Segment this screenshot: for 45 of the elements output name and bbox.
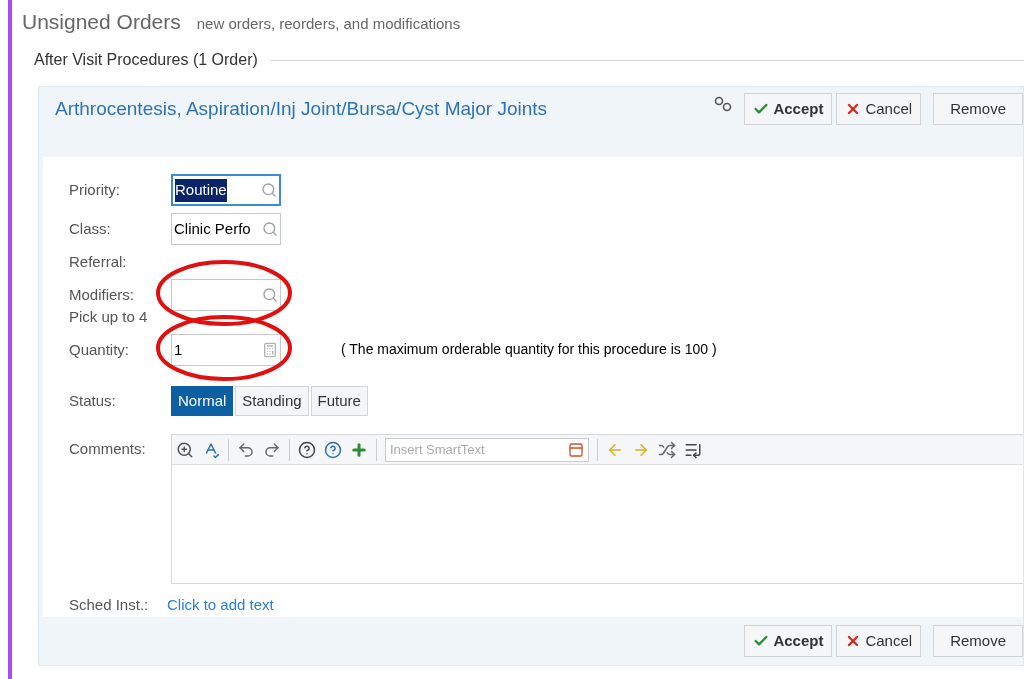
status-option[interactable]: Future xyxy=(310,385,368,416)
field-label: Modifiers: xyxy=(69,284,136,305)
field-label: Priority: xyxy=(69,180,121,200)
add-text-link[interactable]: Click to add text xyxy=(167,594,274,617)
accept-button[interactable]: Accept xyxy=(744,625,833,657)
field-value: Routine xyxy=(175,179,227,202)
undo-icon[interactable] xyxy=(237,440,255,459)
search-icon xyxy=(262,287,278,304)
field-hint: Pick up to 4 xyxy=(69,307,149,328)
search-icon xyxy=(262,220,278,237)
page-subtitle: new orders, reorders, and modifications xyxy=(196,13,461,34)
field-label: Referral: xyxy=(69,251,128,272)
help-icon[interactable] xyxy=(324,440,342,459)
cancel-button[interactable]: Cancel xyxy=(836,625,922,657)
search-field[interactable] xyxy=(171,279,281,312)
remove-button[interactable]: Remove xyxy=(933,625,1023,657)
field-label: Class: xyxy=(69,218,112,239)
quantity-note: ( The maximum orderable quantity for this procedure is 100 ) xyxy=(341,340,717,360)
section-title: After Visit Procedures (1 Order) xyxy=(34,50,258,70)
zoom-in-icon[interactable] xyxy=(176,440,194,459)
help-icon[interactable] xyxy=(298,440,316,459)
plus-icon[interactable] xyxy=(350,440,368,459)
status-option[interactable]: Normal xyxy=(171,385,234,416)
field-label: Comments: xyxy=(69,439,147,460)
window-icon xyxy=(568,441,584,458)
field-value: 1 xyxy=(174,339,183,360)
search-icon xyxy=(261,182,277,199)
accept-button[interactable]: Accept xyxy=(744,93,833,125)
field-label: Status: xyxy=(69,390,117,411)
field-value: Clinic Perfo xyxy=(174,218,251,239)
search-field[interactable]: Clinic Perfo xyxy=(171,212,281,245)
field-label: Sched Inst.: xyxy=(69,595,150,616)
field-label: Quantity: xyxy=(69,339,131,360)
link-icon xyxy=(714,96,733,114)
order-title: Arthrocentesis, Aspiration/Inj Joint/Bursa/Cyst Major Joints xyxy=(55,97,548,121)
page-title: Unsigned Orders xyxy=(22,8,181,35)
smarttext-placeholder: Insert SmartText xyxy=(390,441,485,460)
quantity-field[interactable]: 1 xyxy=(171,334,281,366)
search-field[interactable]: Routine xyxy=(171,174,281,207)
redo-icon[interactable] xyxy=(263,440,281,459)
shuffle-icon[interactable] xyxy=(658,440,676,459)
calculator-icon xyxy=(262,342,278,358)
remove-button[interactable]: Remove xyxy=(933,93,1023,125)
cancel-button[interactable]: Cancel xyxy=(836,93,922,125)
status-option[interactable]: Standing xyxy=(235,385,309,416)
